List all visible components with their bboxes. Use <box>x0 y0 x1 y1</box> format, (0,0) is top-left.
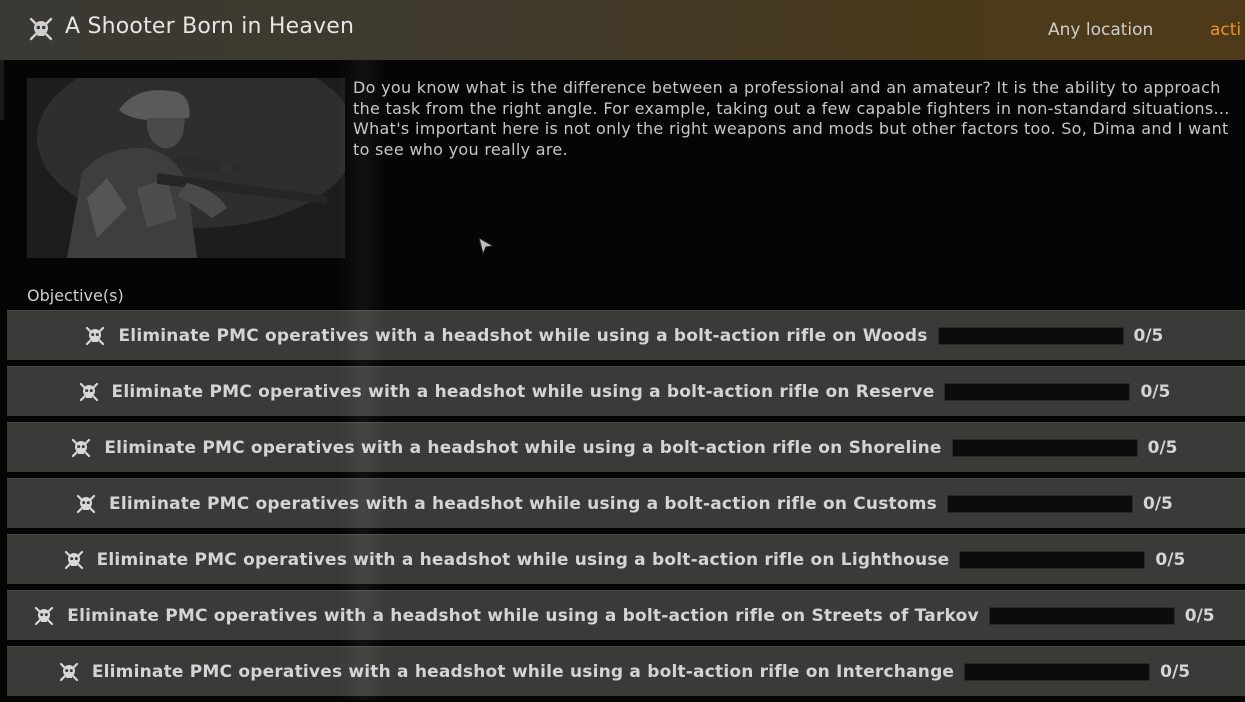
skull-crossbones-icon <box>64 550 83 569</box>
objective-row[interactable]: Eliminate PMC operatives with a headshot… <box>7 366 1245 416</box>
objective-text: Eliminate PMC operatives with a headshot… <box>104 437 942 458</box>
quest-title: A Shooter Born in Heaven <box>65 14 355 39</box>
objective-text: Eliminate PMC operatives with a headshot… <box>118 325 928 346</box>
objective-count: 0/5 <box>1160 661 1191 682</box>
objective-text: Eliminate PMC operatives with a headshot… <box>111 381 935 402</box>
skull-crossbones-icon <box>35 606 54 625</box>
objective-count: 0/5 <box>1155 549 1186 570</box>
skull-crossbones-icon <box>59 662 78 681</box>
objective-progress-bar <box>944 382 1131 401</box>
quest-description: Do you know what is the difference betwe… <box>353 78 1245 168</box>
objective-progress-bar <box>951 438 1138 457</box>
mouse-cursor-icon <box>478 236 495 256</box>
quest-location: Any location <box>1048 20 1154 40</box>
description-line: Do you know what is the difference betwe… <box>353 78 1221 97</box>
objective-count: 0/5 <box>1147 437 1178 458</box>
objective-text: Eliminate PMC operatives with a headshot… <box>67 605 979 626</box>
description-line: What's important here is not only the ri… <box>353 119 1229 138</box>
quest-status: acti <box>1210 20 1242 40</box>
skull-crossbones-icon <box>29 17 53 41</box>
objective-row[interactable]: Eliminate PMC operatives with a headshot… <box>7 646 1245 696</box>
objective-row[interactable]: Eliminate PMC operatives with a headshot… <box>7 534 1245 584</box>
skull-crossbones-icon <box>72 438 91 457</box>
left-edge-divider <box>0 60 4 120</box>
objective-count: 0/5 <box>1140 381 1171 402</box>
objective-progress-bar <box>964 662 1151 681</box>
description-line: the task from the right angle. For examp… <box>353 98 1230 118</box>
skull-crossbones-icon <box>86 326 105 345</box>
objective-row[interactable]: Eliminate PMC operatives with a headshot… <box>7 310 1245 360</box>
quest-header: A Shooter Born in Heaven Any location ac… <box>0 0 1245 60</box>
objective-text: Eliminate PMC operatives with a headshot… <box>96 549 950 570</box>
objective-progress-bar <box>937 326 1124 345</box>
objective-progress-bar <box>946 494 1133 513</box>
objective-progress-bar <box>959 550 1146 569</box>
objective-row[interactable]: Eliminate PMC operatives with a headshot… <box>7 590 1245 640</box>
objective-progress-bar <box>988 606 1175 625</box>
objective-text: Eliminate PMC operatives with a headshot… <box>91 661 955 682</box>
description-line: to see who you really are. <box>353 139 568 159</box>
objective-text: Eliminate PMC operatives with a headshot… <box>109 493 937 514</box>
objective-row[interactable]: Eliminate PMC operatives with a headshot… <box>7 422 1245 472</box>
objective-count: 0/5 <box>1133 325 1164 346</box>
skull-crossbones-icon <box>79 382 98 401</box>
quest-image <box>27 78 345 258</box>
objective-count: 0/5 <box>1184 605 1215 626</box>
objective-count: 0/5 <box>1142 493 1173 514</box>
objective-row[interactable]: Eliminate PMC operatives with a headshot… <box>7 478 1245 528</box>
objectives-label: Objective(s) <box>27 286 124 305</box>
objectives-list: Eliminate PMC operatives with a headshot… <box>7 310 1245 702</box>
skull-crossbones-icon <box>76 494 96 513</box>
